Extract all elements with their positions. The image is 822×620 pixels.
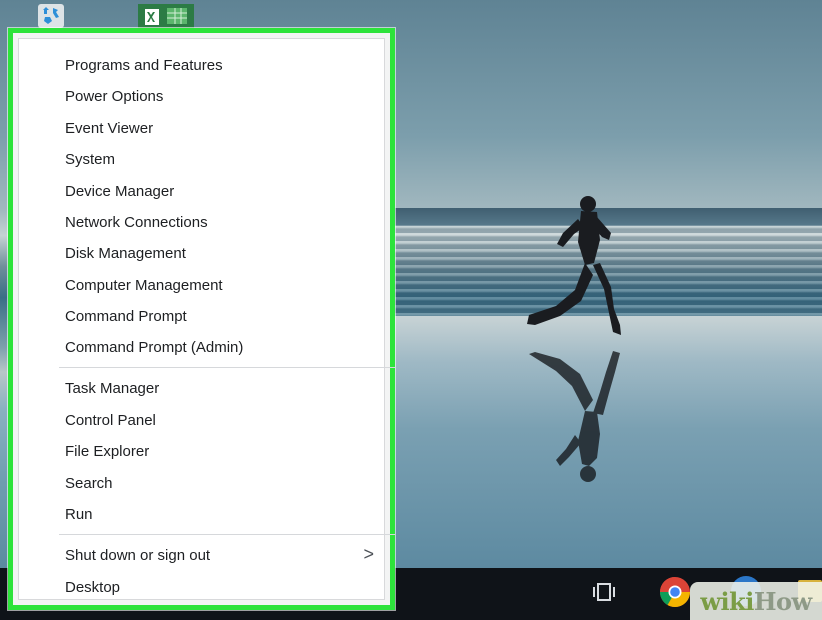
menu-item-label: Run [65, 505, 93, 523]
menu-item-label: Desktop [65, 578, 121, 596]
menu-separator [59, 367, 395, 368]
watermark-part1: wiki [700, 586, 754, 616]
menu-separator [59, 534, 395, 535]
menu-item-label: Task Manager [65, 379, 160, 397]
menu-item-disk-management[interactable]: Disk Management [19, 239, 384, 267]
menu-item-programs-and-features[interactable]: Programs and Features [19, 51, 384, 79]
menu-item-control-panel[interactable]: Control Panel [19, 406, 384, 434]
menu-item-label: Power Options [65, 87, 164, 105]
quick-link-menu: Programs and Features Power Options Even… [18, 38, 395, 601]
menu-item-label: Disk Management [65, 244, 186, 262]
menu-item-device-manager[interactable]: Device Manager [19, 177, 384, 205]
menu-item-task-manager[interactable]: Task Manager [19, 374, 384, 402]
menu-item-label: Control Panel [65, 411, 156, 429]
chevron-right-icon: > [363, 544, 374, 564]
menu-item-label: Shut down or sign out [65, 546, 211, 564]
menu-item-event-viewer[interactable]: Event Viewer [19, 114, 384, 142]
menu-item-label: File Explorer [65, 442, 150, 460]
menu-item-system[interactable]: System [19, 145, 384, 173]
menu-item-computer-management[interactable]: Computer Management [19, 271, 384, 299]
menu-item-label: Computer Management [65, 276, 223, 294]
wikihow-watermark: wiki How [690, 582, 822, 620]
menu-item-search[interactable]: Search [19, 469, 384, 497]
excel-icon[interactable] [138, 4, 194, 28]
menu-item-label: System [65, 150, 116, 168]
menu-item-label: Command Prompt (Admin) [65, 338, 244, 356]
menu-item-label: Device Manager [65, 182, 175, 200]
menu-item-run[interactable]: Run [19, 500, 384, 528]
menu-item-label: Programs and Features [65, 56, 223, 74]
menu-item-file-explorer[interactable]: File Explorer [19, 437, 384, 465]
menu-item-command-prompt-admin[interactable]: Command Prompt (Admin) [19, 333, 384, 361]
menu-item-label: Network Connections [65, 213, 208, 231]
menu-item-power-options[interactable]: Power Options [19, 82, 384, 110]
menu-item-network-connections[interactable]: Network Connections [19, 208, 384, 236]
menu-item-label: Command Prompt [65, 307, 187, 325]
chrome-icon[interactable] [658, 575, 692, 609]
recycle-bin-icon[interactable] [38, 4, 64, 28]
watermark-part2: How [753, 586, 812, 616]
menu-item-desktop[interactable]: Desktop [19, 573, 384, 601]
menu-item-label: Search [65, 474, 113, 492]
menu-item-command-prompt[interactable]: Command Prompt [19, 302, 384, 330]
menu-item-shut-down-or-sign-out[interactable]: Shut down or sign out > [19, 541, 384, 569]
runner-silhouette [527, 196, 621, 482]
menu-item-label: Event Viewer [65, 119, 154, 137]
highlight-frame: Programs and Features Power Options Even… [8, 28, 395, 610]
task-view-icon[interactable] [586, 574, 622, 610]
